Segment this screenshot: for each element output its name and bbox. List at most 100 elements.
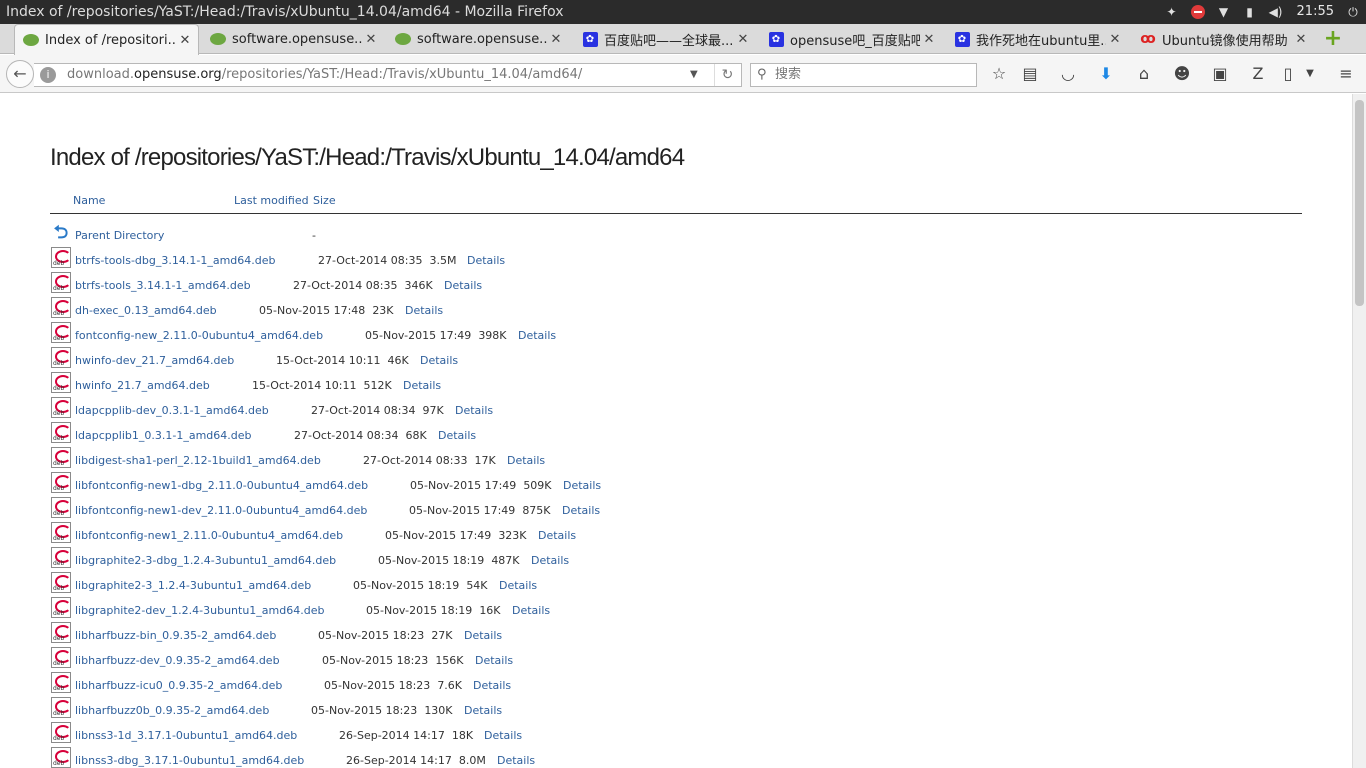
details-link[interactable]: Details	[475, 654, 513, 667]
details-link[interactable]: Details	[512, 604, 550, 617]
details-link[interactable]: Details	[507, 454, 545, 467]
chat-icon[interactable]: ☻	[1170, 63, 1194, 85]
details-link[interactable]: Details	[484, 729, 522, 742]
column-header-last-modified[interactable]: Last modified	[234, 194, 309, 207]
tab-label: Index of /repositori...	[45, 32, 176, 48]
close-icon[interactable]: ✕	[176, 33, 194, 48]
close-icon[interactable]: ✕	[1292, 32, 1310, 47]
file-link[interactable]: ldapcpplib1_0.3.1-1_amd64.deb	[75, 429, 252, 442]
battery-icon[interactable]: ▮	[1237, 0, 1263, 24]
file-link[interactable]: libdigest-sha1-perl_2.12-1build1_amd64.d…	[75, 454, 321, 467]
close-icon[interactable]: ✕	[920, 32, 938, 47]
tab-software-opensuse-2[interactable]: software.opensuse.... ✕	[387, 24, 569, 54]
tab-opensuse-tieba[interactable]: ✿ opensuse吧_百度贴吧 ✕	[760, 24, 942, 54]
volume-icon[interactable]: ◀)	[1263, 0, 1289, 24]
clock[interactable]: 21:55	[1289, 0, 1340, 24]
tab-baidu-tieba[interactable]: ✿ 百度贴吧——全球最... ✕	[574, 24, 756, 54]
deb-file-icon: deb	[50, 547, 72, 568]
file-link[interactable]: libnss3-dbg_3.17.1-0ubuntu1_amd64.deb	[75, 754, 304, 767]
wifi-icon[interactable]: ▼	[1211, 0, 1237, 24]
reader-icon[interactable]: ▯	[1276, 63, 1300, 85]
file-link[interactable]: libharfbuzz-bin_0.9.35-2_amd64.deb	[75, 629, 276, 642]
tab-software-opensuse-1[interactable]: software.opensuse.... ✕	[202, 24, 384, 54]
deb-file-icon: deb	[50, 297, 72, 318]
file-meta: 05-Nov-2015 18:23 7.6K	[324, 679, 463, 692]
file-link[interactable]: libharfbuzz0b_0.9.35-2_amd64.deb	[75, 704, 269, 717]
vertical-scrollbar[interactable]	[1352, 94, 1366, 768]
details-link[interactable]: Details	[405, 304, 443, 317]
close-icon[interactable]: ✕	[547, 32, 565, 47]
details-link[interactable]: Details	[473, 679, 511, 692]
zotero-icon[interactable]: Z	[1246, 63, 1270, 85]
chevron-down-icon[interactable]: ▼	[1298, 63, 1322, 85]
details-link[interactable]: Details	[499, 579, 537, 592]
details-link[interactable]: Details	[497, 754, 535, 767]
file-link[interactable]: libgraphite2-3-dbg_1.2.4-3ubuntu1_amd64.…	[75, 554, 336, 567]
download-icon[interactable]: ⬇	[1094, 63, 1118, 85]
scrollbar-thumb[interactable]	[1355, 100, 1364, 306]
tab-label: 我作死地在ubuntu里...	[976, 33, 1106, 49]
close-icon[interactable]: ✕	[1106, 32, 1124, 47]
details-link[interactable]: Details	[403, 379, 441, 392]
details-link[interactable]: Details	[563, 479, 601, 492]
file-link[interactable]: libharfbuzz-dev_0.9.35-2_amd64.deb	[75, 654, 280, 667]
details-link[interactable]: Details	[562, 504, 600, 517]
details-link[interactable]: Details	[464, 629, 502, 642]
site-info-icon[interactable]: i	[40, 67, 56, 83]
close-icon[interactable]: ✕	[362, 32, 380, 47]
bookmark-star-icon[interactable]: ☆	[987, 63, 1011, 85]
details-link[interactable]: Details	[444, 279, 482, 292]
mirror-icon: ꝏ	[1140, 31, 1156, 47]
file-link[interactable]: fontconfig-new_2.11.0-0ubuntu4_amd64.deb	[75, 329, 323, 342]
url-text[interactable]: download.opensuse.org/repositories/YaST:…	[67, 64, 582, 86]
tab-ubuntu-mirror-help[interactable]: ꝏ Ubuntu镜像使用帮助 ✕	[1132, 24, 1314, 54]
back-button[interactable]: ←	[6, 60, 34, 88]
close-icon[interactable]: ✕	[734, 32, 752, 47]
parent-directory-link[interactable]: Parent Directory	[75, 229, 164, 242]
parent-size: -	[312, 229, 316, 242]
tab-ubuntu-post[interactable]: ✿ 我作死地在ubuntu里... ✕	[946, 24, 1128, 54]
column-header-size[interactable]: Size	[313, 194, 336, 207]
header-divider	[50, 213, 1302, 214]
home-icon[interactable]: ⌂	[1132, 63, 1156, 85]
new-tab-button[interactable]: +	[1323, 24, 1343, 54]
file-link[interactable]: ldapcpplib-dev_0.3.1-1_amd64.deb	[75, 404, 269, 417]
search-input[interactable]: ⚲ 搜索	[750, 63, 977, 87]
tab-index-of-repositories[interactable]: Index of /repositori... ✕	[14, 24, 199, 55]
file-link[interactable]: libnss3-1d_3.17.1-0ubuntu1_amd64.deb	[75, 729, 297, 742]
details-link[interactable]: Details	[518, 329, 556, 342]
url-dropdown-icon[interactable]: ▼	[690, 64, 698, 86]
menu-icon[interactable]: ≡	[1334, 63, 1358, 85]
file-link[interactable]: hwinfo_21.7_amd64.deb	[75, 379, 210, 392]
opensuse-icon	[395, 31, 411, 47]
file-link[interactable]: libgraphite2-dev_1.2.4-3ubuntu1_amd64.de…	[75, 604, 324, 617]
file-link[interactable]: libfontconfig-new1-dev_2.11.0-0ubuntu4_a…	[75, 504, 367, 517]
reload-icon[interactable]: ↻	[714, 64, 740, 86]
network-sparkle-icon[interactable]: ✦	[1159, 0, 1185, 24]
file-link[interactable]: libfontconfig-new1-dbg_2.11.0-0ubuntu4_a…	[75, 479, 368, 492]
power-icon[interactable]: ⏻	[1340, 0, 1366, 24]
details-link[interactable]: Details	[438, 429, 476, 442]
file-link[interactable]: libfontconfig-new1_2.11.0-0ubuntu4_amd64…	[75, 529, 343, 542]
details-link[interactable]: Details	[455, 404, 493, 417]
details-link[interactable]: Details	[531, 554, 569, 567]
file-link[interactable]: hwinfo-dev_21.7_amd64.deb	[75, 354, 234, 367]
url-bar[interactable]: i download.opensuse.org/repositories/YaS…	[34, 63, 742, 87]
file-link[interactable]: btrfs-tools-dbg_3.14.1-1_amd64.deb	[75, 254, 276, 267]
details-link[interactable]: Details	[467, 254, 505, 267]
stop-icon[interactable]	[1185, 0, 1211, 24]
file-link[interactable]: libharfbuzz-icu0_0.9.35-2_amd64.deb	[75, 679, 282, 692]
deb-file-icon: deb	[50, 322, 72, 343]
pocket-icon[interactable]: ◡	[1056, 63, 1080, 85]
details-link[interactable]: Details	[464, 704, 502, 717]
details-link[interactable]: Details	[538, 529, 576, 542]
column-header-name[interactable]: Name	[73, 194, 105, 207]
bookmarks-list-icon[interactable]: ▤	[1018, 63, 1042, 85]
file-link[interactable]: dh-exec_0.13_amd64.deb	[75, 304, 217, 317]
file-meta: 05-Nov-2015 18:19 487K	[378, 554, 520, 567]
file-link[interactable]: btrfs-tools_3.14.1-1_amd64.deb	[75, 279, 251, 292]
file-meta: 05-Nov-2015 17:49 509K	[410, 479, 552, 492]
file-link[interactable]: libgraphite2-3_1.2.4-3ubuntu1_amd64.deb	[75, 579, 311, 592]
screenshot-icon[interactable]: ▣	[1208, 63, 1232, 85]
details-link[interactable]: Details	[420, 354, 458, 367]
